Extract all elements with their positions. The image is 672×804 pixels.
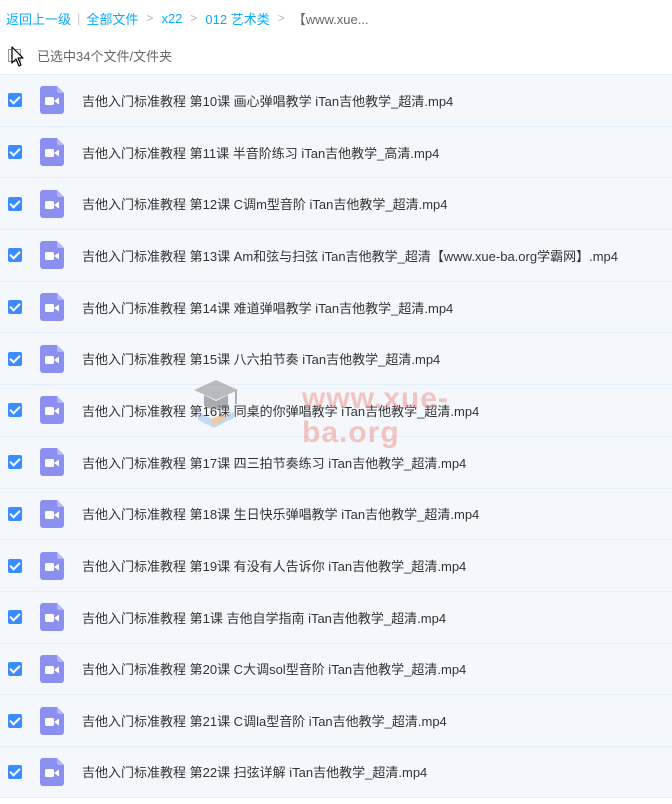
file-list: 吉他入门标准教程 第10课 画心弹唱教学 iTan吉他教学_超清.mp4 吉他入门… <box>0 74 672 798</box>
row-checkbox[interactable] <box>8 610 22 625</box>
file-name[interactable]: 吉他入门标准教程 第20课 C大调sol型音阶 iTan吉他教学_超清.mp4 <box>82 659 466 678</box>
row-checkbox[interactable] <box>8 145 22 160</box>
file-row[interactable]: 吉他入门标准教程 第1课 吉他自学指南 iTan吉他教学_超清.mp4 <box>0 590 672 643</box>
video-file-icon <box>40 86 64 115</box>
row-checkbox[interactable] <box>8 661 22 676</box>
breadcrumb-separator: > <box>277 11 285 25</box>
file-row[interactable]: 吉他入门标准教程 第19课 有没有人告诉你 iTan吉他教学_超清.mp4 <box>0 539 672 591</box>
mouse-cursor-icon <box>11 46 24 67</box>
row-checkbox[interactable] <box>8 93 22 108</box>
video-file-icon <box>40 551 64 580</box>
file-row[interactable]: 吉他入门标准教程 第22课 扫弦详解 iTan吉他教学_超清.mp4 <box>0 745 672 798</box>
file-name[interactable]: 吉他入门标准教程 第11课 半音阶练习 iTan吉他教学_高清.mp4 <box>82 143 439 162</box>
video-file-icon <box>40 448 64 477</box>
breadcrumb-divider: | <box>77 10 81 26</box>
breadcrumb-all-files[interactable]: 全部文件 <box>86 9 138 28</box>
video-file-icon <box>40 654 64 683</box>
breadcrumb-separator: > <box>190 11 198 25</box>
file-name[interactable]: 吉他入门标准教程 第17课 四三拍节奏练习 iTan吉他教学_超清.mp4 <box>82 453 466 472</box>
selection-bar: 已选中34个文件/文件夹 <box>0 38 672 72</box>
breadcrumb-folder-art[interactable]: 012 艺术类 <box>205 9 269 28</box>
row-checkbox[interactable] <box>8 455 22 470</box>
file-name[interactable]: 吉他入门标准教程 第21课 C调la型音阶 iTan吉他教学_超清.mp4 <box>82 711 447 730</box>
file-name[interactable]: 吉他入门标准教程 第12课 C调m型音阶 iTan吉他教学_超清.mp4 <box>82 194 448 213</box>
file-name[interactable]: 吉他入门标准教程 第10课 画心弹唱教学 iTan吉他教学_超清.mp4 <box>82 91 453 110</box>
file-name[interactable]: 吉他入门标准教程 第14课 难道弹唱教学 iTan吉他教学_超清.mp4 <box>82 298 453 317</box>
file-row[interactable]: 吉他入门标准教程 第21课 C调la型音阶 iTan吉他教学_超清.mp4 <box>0 694 672 746</box>
file-row[interactable]: 吉他入门标准教程 第15课 八六拍节奏 iTan吉他教学_超清.mp4 <box>0 332 672 385</box>
breadcrumb-separator: > <box>146 11 154 25</box>
video-file-icon <box>40 344 64 373</box>
file-row[interactable]: 吉他入门标准教程 第17课 四三拍节奏练习 iTan吉他教学_超清.mp4 <box>0 435 672 488</box>
row-checkbox[interactable] <box>8 403 22 418</box>
file-name[interactable]: 吉他入门标准教程 第19课 有没有人告诉你 iTan吉他教学_超清.mp4 <box>82 556 466 575</box>
file-row[interactable]: 吉他入门标准教程 第18课 生日快乐弹唱教学 iTan吉他教学_超清.mp4 <box>0 487 672 540</box>
video-file-icon <box>40 396 64 425</box>
row-checkbox[interactable] <box>8 506 22 521</box>
file-name[interactable]: 吉他入门标准教程 第13课 Am和弦与扫弦 iTan吉他教学_超清【www.xu… <box>82 246 618 265</box>
file-row[interactable]: 吉他入门标准教程 第14课 难道弹唱教学 iTan吉他教学_超清.mp4 <box>0 280 672 333</box>
file-name[interactable]: 吉他入门标准教程 第16课 同桌的你弹唱教学 iTan吉他教学_超清.mp4 <box>82 401 479 420</box>
video-file-icon <box>40 241 64 270</box>
file-name[interactable]: 吉他入门标准教程 第22课 扫弦详解 iTan吉他教学_超清.mp4 <box>82 762 427 781</box>
row-checkbox[interactable] <box>8 351 22 366</box>
file-name[interactable]: 吉他入门标准教程 第15课 八六拍节奏 iTan吉他教学_超清.mp4 <box>82 349 440 368</box>
file-row[interactable]: 吉他入门标准教程 第16课 同桌的你弹唱教学 iTan吉他教学_超清.mp4 <box>0 384 672 436</box>
selection-status: 已选中34个文件/文件夹 <box>37 48 173 64</box>
breadcrumb-current: 【www.xue... <box>292 11 369 27</box>
file-name[interactable]: 吉他入门标准教程 第18课 生日快乐弹唱教学 iTan吉他教学_超清.mp4 <box>82 504 479 523</box>
video-file-icon <box>40 138 64 167</box>
video-file-icon <box>40 189 64 218</box>
row-checkbox[interactable] <box>8 764 22 779</box>
row-checkbox[interactable] <box>8 196 22 211</box>
breadcrumb: 返回上一级 | 全部文件 > x22 > 012 艺术类 > 【www.xue.… <box>0 0 672 36</box>
file-row[interactable]: 吉他入门标准教程 第10课 画心弹唱教学 iTan吉他教学_超清.mp4 <box>0 74 672 126</box>
row-checkbox[interactable] <box>8 248 22 263</box>
video-file-icon <box>40 603 64 632</box>
file-row[interactable]: 吉他入门标准教程 第11课 半音阶练习 iTan吉他教学_高清.mp4 <box>0 125 672 178</box>
row-checkbox[interactable] <box>8 558 22 573</box>
file-row[interactable]: 吉他入门标准教程 第20课 C大调sol型音阶 iTan吉他教学_超清.mp4 <box>0 642 672 695</box>
video-file-icon <box>40 706 64 735</box>
file-row[interactable]: 吉他入门标准教程 第13课 Am和弦与扫弦 iTan吉他教学_超清【www.xu… <box>0 229 672 281</box>
video-file-icon <box>40 499 64 528</box>
video-file-icon <box>40 293 64 322</box>
row-checkbox[interactable] <box>8 713 22 728</box>
video-file-icon <box>40 757 64 786</box>
back-link[interactable]: 返回上一级 <box>6 9 71 28</box>
row-checkbox[interactable] <box>8 300 22 315</box>
breadcrumb-folder-x22[interactable]: x22 <box>161 11 182 26</box>
file-row[interactable]: 吉他入门标准教程 第12课 C调m型音阶 iTan吉他教学_超清.mp4 <box>0 177 672 230</box>
file-name[interactable]: 吉他入门标准教程 第1课 吉他自学指南 iTan吉他教学_超清.mp4 <box>82 608 446 627</box>
